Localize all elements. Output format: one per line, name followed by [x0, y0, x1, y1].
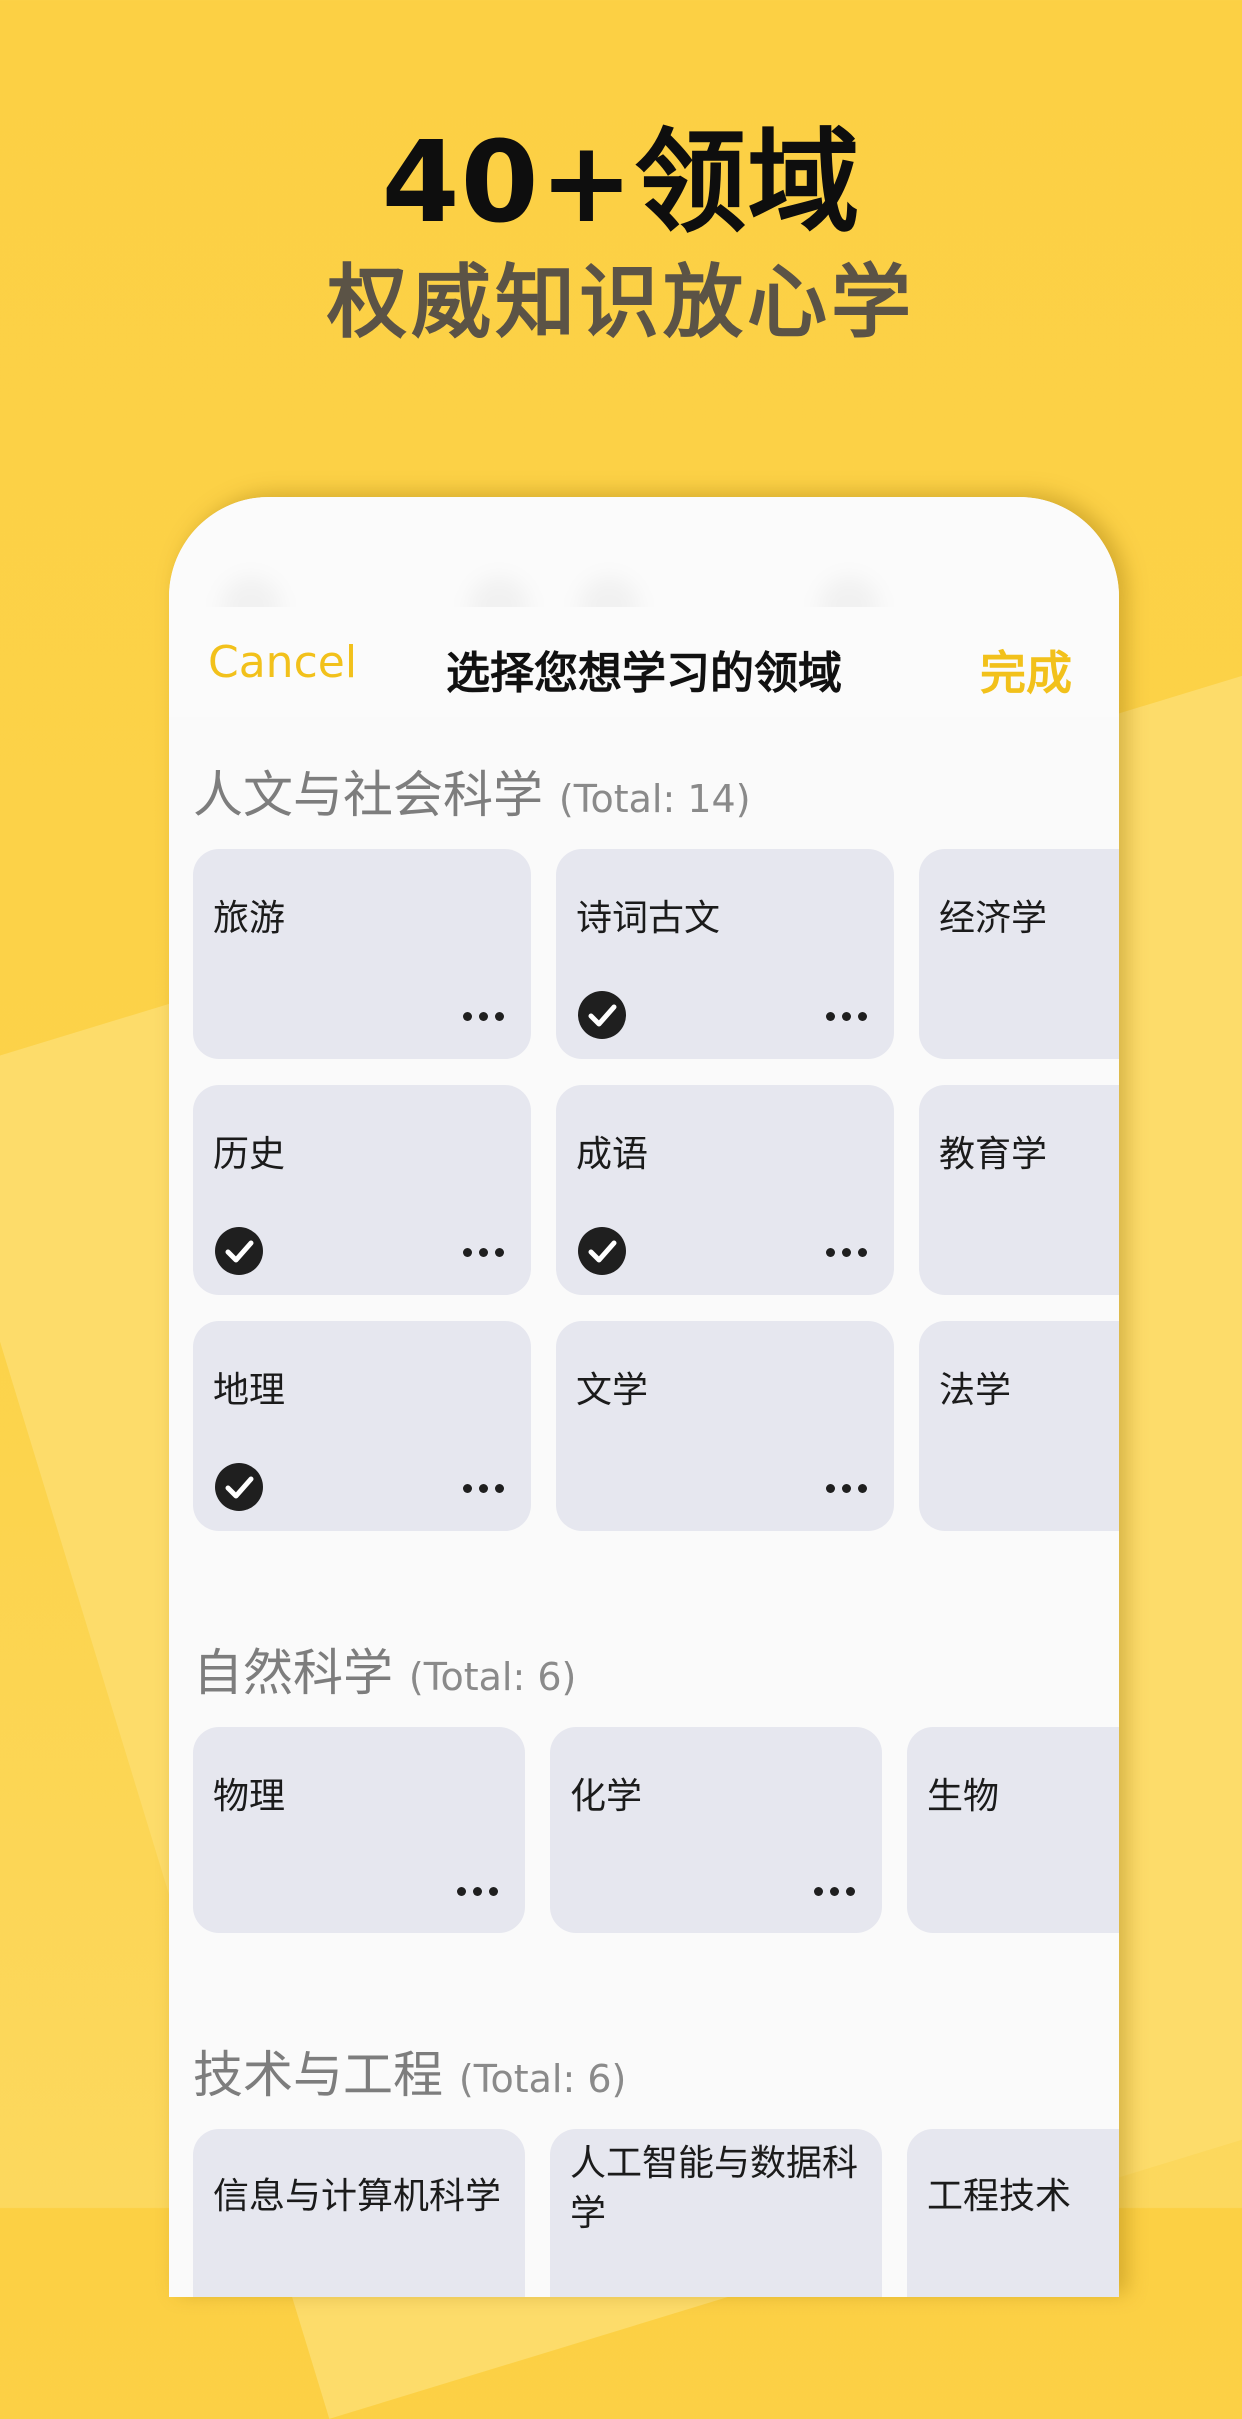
section-title-natural-science: 自然科学 (Total: 6): [193, 1633, 576, 1705]
more-options-icon[interactable]: [463, 1484, 505, 1494]
phone-screen: Cancel 选择您想学习的领域 完成 人文与社会科学 (Total: 14) …: [169, 497, 1119, 2297]
section-title-technology: 技术与工程 (Total: 6): [193, 2035, 626, 2107]
topic-label: 工程技术: [927, 2176, 1072, 2217]
topic-label: 教育学: [939, 1134, 1048, 1175]
more-options-icon[interactable]: [814, 1887, 856, 1897]
section-count: (Total: 6): [408, 1655, 577, 1699]
topic-card-poetry[interactable]: 诗词古文: [556, 849, 894, 1059]
done-button[interactable]: 完成: [980, 637, 1072, 703]
checkmark-icon: [578, 1227, 626, 1275]
more-options-icon[interactable]: [826, 1012, 868, 1022]
section-count: (Total: 6): [458, 2057, 627, 2101]
topic-card-travel[interactable]: 旅游: [193, 849, 531, 1059]
topic-card-education[interactable]: 教育学: [919, 1085, 1119, 1295]
topic-card-computer-science[interactable]: 信息与计算机科学: [193, 2129, 525, 2297]
topic-label: 历史: [213, 1134, 286, 1175]
topic-label: 法学: [939, 1370, 1012, 1411]
topic-label: 化学: [570, 1776, 643, 1817]
topic-card-biology[interactable]: 生物: [907, 1727, 1119, 1933]
more-options-icon[interactable]: [826, 1484, 868, 1494]
topic-card-chemistry[interactable]: 化学: [550, 1727, 882, 1933]
topic-label: 生物: [927, 1776, 1000, 1817]
page-title: 选择您想学习的领域: [446, 648, 842, 699]
topic-card-economics[interactable]: 经济学: [919, 849, 1119, 1059]
topic-label: 成语: [576, 1134, 649, 1175]
hero-subtitle: 权威知识放心学: [327, 256, 915, 349]
more-options-icon[interactable]: [463, 1012, 505, 1022]
topic-card-literature[interactable]: 文学: [556, 1321, 894, 1531]
checkmark-icon: [215, 1463, 263, 1511]
checkmark-icon: [215, 1227, 263, 1275]
topic-label: 信息与计算机科学: [213, 2176, 502, 2217]
topic-card-physics[interactable]: 物理: [193, 1727, 525, 1933]
topic-label: 诗词古文: [576, 898, 721, 939]
checkmark-icon: [578, 991, 626, 1039]
topic-label: 物理: [213, 1776, 286, 1817]
topic-card-history[interactable]: 历史: [193, 1085, 531, 1295]
section-title-humanities: 人文与社会科学 (Total: 14): [193, 755, 751, 827]
topic-card-geography[interactable]: 地理: [193, 1321, 531, 1531]
section-name: 技术与工程: [193, 2046, 443, 2104]
topic-card-engineering[interactable]: 工程技术: [907, 2129, 1119, 2297]
more-options-icon[interactable]: [826, 1248, 868, 1258]
topic-label: 文学: [576, 1370, 649, 1411]
topic-card-idioms[interactable]: 成语: [556, 1085, 894, 1295]
section-count: (Total: 14): [558, 777, 751, 821]
section-name: 人文与社会科学: [193, 766, 543, 824]
topic-label: 地理: [213, 1370, 286, 1411]
section-name: 自然科学: [193, 1644, 393, 1702]
topic-card-ai-data-science[interactable]: 人工智能与数据科学: [550, 2129, 882, 2297]
topic-label: 人工智能与数据科学: [570, 2143, 859, 2234]
topic-label: 旅游: [213, 898, 286, 939]
more-options-icon[interactable]: [457, 1887, 499, 1897]
more-options-icon[interactable]: [463, 1248, 505, 1258]
topic-label: 经济学: [939, 898, 1048, 939]
hero-title: 40+领域: [381, 118, 861, 248]
topic-card-law[interactable]: 法学: [919, 1321, 1119, 1531]
